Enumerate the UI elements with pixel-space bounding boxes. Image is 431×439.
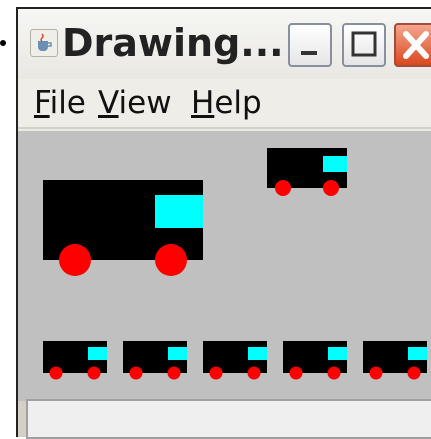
truck-small <box>283 341 347 380</box>
truck-small <box>43 341 107 380</box>
truck-small <box>203 341 267 380</box>
window-title: Drawing... <box>62 21 284 65</box>
menu-file-label: ile <box>49 85 86 121</box>
drawing-canvas[interactable] <box>18 129 431 401</box>
truck-small <box>123 341 187 380</box>
menu-view[interactable]: View <box>98 85 172 121</box>
truck-small <box>363 341 427 380</box>
maximize-icon <box>351 31 377 57</box>
status-bar <box>26 399 431 439</box>
close-button[interactable] <box>394 23 431 67</box>
menu-view-mnemonic: V <box>98 85 119 121</box>
menu-bar: File View Help <box>18 79 431 127</box>
menu-file[interactable]: File <box>34 85 86 121</box>
close-icon <box>403 31 429 59</box>
menu-help-mnemonic: H <box>191 85 215 121</box>
menu-file-mnemonic: F <box>34 85 50 121</box>
minimize-icon <box>301 51 317 55</box>
java-cup-icon <box>30 29 58 57</box>
title-bar[interactable]: Drawing... <box>18 9 431 80</box>
truck-medium <box>267 148 347 196</box>
maximize-button[interactable] <box>342 23 386 67</box>
truck-large <box>43 180 203 276</box>
minimize-button[interactable] <box>288 23 332 67</box>
menu-help-label: elp <box>214 85 262 121</box>
menu-view-label: iew <box>118 85 172 121</box>
bullet-dot <box>0 40 6 46</box>
application-window: Drawing... File View Help <box>16 7 431 439</box>
menu-help[interactable]: Help <box>191 85 262 121</box>
